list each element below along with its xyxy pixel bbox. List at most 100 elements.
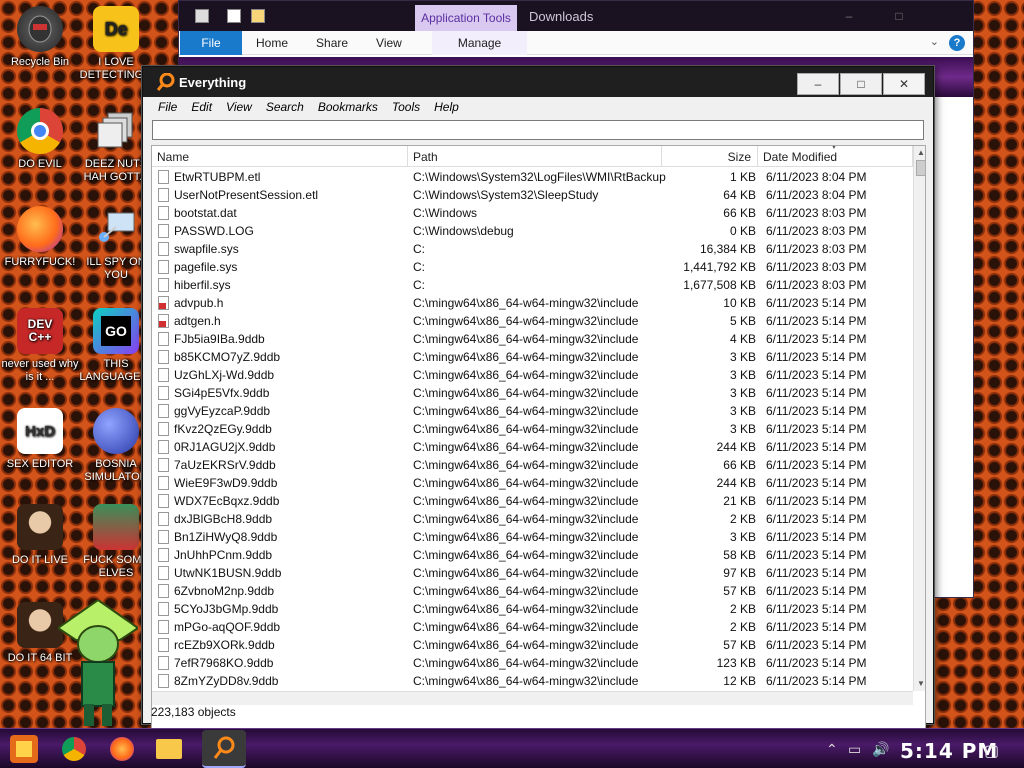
cell-name: EtwRTUBPM.etl: [174, 170, 261, 184]
cell-size: 1,441,792 KB: [683, 260, 756, 274]
help-icon[interactable]: ?: [949, 35, 965, 51]
column-header-path[interactable]: Path: [408, 146, 662, 167]
ribbon-tab-home[interactable]: Home: [242, 36, 302, 50]
cell-date-modified: 6/11/2023 8:03 PM: [766, 260, 867, 274]
table-row[interactable]: 6ZvbnoM2np.9ddb C:\mingw64\x86_64-w64-min…: [152, 582, 912, 600]
table-row[interactable]: swapfile.sys C: 16,384 KB 6/11/2023 8:03 PM: [152, 240, 912, 258]
table-row[interactable]: 0RJ1AGU2jX.9ddb C:\mingw64\x86_64-w64-min…: [152, 438, 912, 456]
results-list[interactable]: Name Path Size Date Modified ▼ EtwRTUBPM…: [151, 145, 926, 763]
table-row[interactable]: EtwRTUBPM.etl C:\Windows\System32\LogFile…: [152, 168, 912, 186]
everything-search-window[interactable]: Everything – □ ✕ File Edit View Search B…: [142, 66, 934, 763]
ribbon-tab-file[interactable]: File: [180, 30, 242, 55]
table-row[interactable]: 8ZmYZyDD8v.9ddb C:\mingw64\x86_64-w64-min…: [152, 672, 912, 690]
menu-bookmarks[interactable]: Bookmarks: [311, 100, 385, 114]
vertical-scrollbar[interactable]: ▲ ▼: [913, 146, 925, 691]
table-row[interactable]: Bn1ZiHWyQ8.9ddb C:\mingw64\x86_64-w64-min…: [152, 528, 912, 546]
tray-chevron-up-icon[interactable]: ⌃: [826, 741, 838, 758]
scroll-down-arrow-icon[interactable]: ▼: [914, 677, 925, 691]
column-header-name[interactable]: Name: [152, 146, 408, 167]
menu-tools[interactable]: Tools: [385, 100, 427, 114]
desktop-icon-firefox[interactable]: FURRYFUCK!: [0, 206, 80, 269]
cell-path: C:\mingw64\x86_64-w64-mingw32\include: [413, 566, 639, 580]
downloads-maximize-button[interactable]: □: [879, 9, 919, 25]
quick-access-save-icon[interactable]: [195, 9, 209, 23]
table-row[interactable]: mPGo-aqQOF.9ddb C:\mingw64\x86_64-w64-min…: [152, 618, 912, 636]
table-row[interactable]: pagefile.sys C: 1,441,792 KB 6/11/2023 8:03…: [152, 258, 912, 276]
table-row[interactable]: SGi4pE5Vfx.9ddb C:\mingw64\x86_64-w64-min…: [152, 384, 912, 402]
quick-access-folder-icon[interactable]: [251, 9, 265, 23]
cell-date-modified: 6/11/2023 5:14 PM: [766, 404, 867, 418]
table-row[interactable]: 7aUzEKRSrV.9ddb C:\mingw64\x86_64-w64-min…: [152, 456, 912, 474]
table-row[interactable]: bootstat.dat C:\Windows 66 KB 6/11/2023 8:0…: [152, 204, 912, 222]
start-button[interactable]: [10, 735, 38, 763]
table-row[interactable]: UtwNK1BUSN.9ddb C:\mingw64\x86_64-w64-min…: [152, 564, 912, 582]
table-row[interactable]: adtgen.h C:\mingw64\x86_64-w64-mingw32\in…: [152, 312, 912, 330]
downloads-titlebar[interactable]: Application Tools Downloads – □: [179, 1, 973, 31]
chevron-down-icon[interactable]: ⌄: [930, 35, 939, 48]
taskbar-firefox-icon[interactable]: [110, 737, 134, 761]
table-row[interactable]: ggVyEyzcaP.9ddb C:\mingw64\x86_64-w64-min…: [152, 402, 912, 420]
desktop-icon-do-it-live[interactable]: DO IT LIVE: [0, 504, 80, 567]
table-row[interactable]: WDX7EcBqxz.9ddb C:\mingw64\x86_64-w64-min…: [152, 492, 912, 510]
desktop-icon-hxd[interactable]: HxD SEX EDITOR: [0, 408, 80, 471]
ribbon-tab-manage[interactable]: Manage: [431, 30, 528, 55]
search-input[interactable]: [152, 120, 924, 140]
everything-window-title: Everything: [179, 75, 247, 90]
scrollbar-thumb[interactable]: [916, 160, 925, 176]
close-button[interactable]: ✕: [883, 73, 925, 95]
portrait-icon: [17, 602, 63, 648]
table-row[interactable]: dxJBlGBcH8.9ddb C:\mingw64\x86_64-w64-min…: [152, 510, 912, 528]
elf-game-icon: [93, 504, 139, 550]
quick-access-properties-icon[interactable]: [227, 9, 241, 23]
table-row[interactable]: JnUhhPCnm.9ddb C:\mingw64\x86_64-w64-ming…: [152, 546, 912, 564]
menu-help[interactable]: Help: [427, 100, 466, 114]
cell-path: C:\mingw64\x86_64-w64-mingw32\include: [413, 602, 639, 616]
table-row[interactable]: UzGhLXj-Wd.9ddb C:\mingw64\x86_64-w64-min…: [152, 366, 912, 384]
table-row[interactable]: WieE9F3wD9.9ddb C:\mingw64\x86_64-w64-min…: [152, 474, 912, 492]
minimize-button[interactable]: –: [797, 73, 839, 95]
menu-edit[interactable]: Edit: [184, 100, 219, 114]
taskbar-file-explorer-icon[interactable]: [156, 739, 182, 759]
application-tools-label: Application Tools: [415, 5, 517, 31]
network-icon[interactable]: ▭: [848, 741, 861, 758]
file-icon: [158, 656, 169, 670]
cell-name: adtgen.h: [174, 314, 221, 328]
table-row[interactable]: 5CYoJ3bGMp.9ddb C:\mingw64\x86_64-w64-min…: [152, 600, 912, 618]
ribbon-tab-view[interactable]: View: [362, 36, 416, 50]
results-rows: EtwRTUBPM.etl C:\Windows\System32\LogFile…: [152, 168, 912, 690]
desktop-icon-recycle-bin[interactable]: Recycle Bin: [0, 6, 80, 69]
desktop-icon-chrome[interactable]: DO EVIL: [0, 108, 80, 171]
table-row[interactable]: advpub.h C:\mingw64\x86_64-w64-mingw32\in…: [152, 294, 912, 312]
menu-file[interactable]: File: [151, 100, 184, 114]
table-row[interactable]: b85KCMO7yZ.9ddb C:\mingw64\x86_64-w64-min…: [152, 348, 912, 366]
table-row[interactable]: hiberfil.sys C: 1,677,508 KB 6/11/2023 8:03…: [152, 276, 912, 294]
cell-path: C:\mingw64\x86_64-w64-mingw32\include: [413, 458, 639, 472]
maximize-button[interactable]: □: [840, 73, 882, 95]
table-row[interactable]: FJb5ia9IBa.9ddb C:\mingw64\x86_64-w64-min…: [152, 330, 912, 348]
cell-name: WDX7EcBqxz.9ddb: [174, 494, 280, 508]
downloads-minimize-button[interactable]: –: [829, 9, 869, 25]
file-icon: [158, 224, 169, 238]
cell-date-modified: 6/11/2023 5:14 PM: [766, 476, 867, 490]
notification-center-icon[interactable]: ▢: [984, 741, 999, 761]
desktop-icon-devcpp[interactable]: DEV C++ never used why is it ...: [0, 308, 80, 384]
table-row[interactable]: 7efR7968KO.9ddb C:\mingw64\x86_64-w64-min…: [152, 654, 912, 672]
table-row[interactable]: PASSWD.LOG C:\Windows\debug 0 KB 6/11/2023 …: [152, 222, 912, 240]
everything-titlebar[interactable]: Everything – □ ✕: [143, 67, 933, 97]
table-row[interactable]: rcEZb9XORk.9ddb C:\mingw64\x86_64-w64-min…: [152, 636, 912, 654]
taskbar-chrome-icon[interactable]: [62, 737, 86, 761]
cell-date-modified: 6/11/2023 5:14 PM: [766, 440, 867, 454]
table-row[interactable]: UserNotPresentSession.etl C:\Windows\Syst…: [152, 186, 912, 204]
horizontal-scrollbar[interactable]: [152, 691, 913, 705]
taskbar-everything-icon[interactable]: [202, 730, 246, 768]
volume-icon[interactable]: 🔊: [872, 741, 889, 758]
file-icon: [158, 332, 169, 346]
table-row[interactable]: fKvz2QzEGy.9ddb C:\mingw64\x86_64-w64-min…: [152, 420, 912, 438]
cell-date-modified: 6/11/2023 5:14 PM: [766, 530, 867, 544]
column-header-date-modified[interactable]: Date Modified ▼: [758, 146, 913, 167]
menu-search[interactable]: Search: [259, 100, 311, 114]
column-header-size[interactable]: Size: [662, 146, 758, 167]
ribbon-tab-share[interactable]: Share: [302, 36, 362, 50]
menu-view[interactable]: View: [219, 100, 259, 114]
scroll-up-arrow-icon[interactable]: ▲: [914, 146, 925, 160]
